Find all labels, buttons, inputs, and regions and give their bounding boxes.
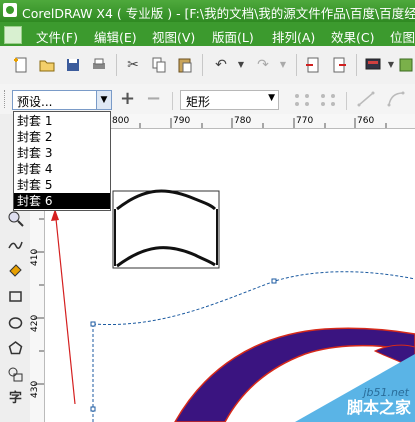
envelope-preset-combo[interactable]: 预设... ▼: [12, 90, 112, 110]
menu-bar: 文件(F) 编辑(E) 视图(V) 版面(L) 排列(A) 效果(C) 位图: [0, 22, 415, 46]
ruler-label: 410: [30, 248, 40, 266]
dropdown-item-envelope-5[interactable]: 封套 5: [14, 177, 110, 193]
menu-arrange[interactable]: 排列(A): [272, 27, 315, 46]
ellipse-tool-icon[interactable]: [7, 314, 24, 331]
envelope-preview: [112, 189, 220, 269]
smart-fill-tool-icon[interactable]: [7, 262, 24, 279]
redo-dropdown-icon[interactable]: ▼: [274, 56, 292, 74]
text-tool-icon[interactable]: 字: [7, 390, 24, 407]
welcome-screen-icon[interactable]: [398, 56, 415, 74]
title-bar: CorelDRAW X4 ( 专业版 ) - [F:\我的文档\我的源文件作品\…: [0, 0, 415, 22]
window-title: CorelDRAW X4 ( 专业版 ) - [F:\我的文档\我的源文件作品\…: [22, 6, 415, 21]
convert-to-curve-icon[interactable]: [386, 90, 406, 111]
annotation-arrow: [51, 208, 76, 405]
ruler-label: 800: [112, 116, 130, 126]
copy-icon[interactable]: [150, 56, 168, 74]
dropdown-item-envelope-2[interactable]: 封套 2: [14, 129, 110, 145]
envelope-preset-dropdown: 封套 1 封套 2 封套 3 封套 4 封套 5 封套 6: [13, 111, 111, 211]
dropdown-item-envelope-3[interactable]: 封套 3: [14, 145, 110, 161]
preset-value: 预设...: [17, 95, 53, 109]
undo-dropdown-icon[interactable]: ▼: [232, 56, 250, 74]
coreldraw-app-icon: [3, 3, 17, 17]
new-document-icon[interactable]: [12, 56, 30, 74]
shape-mode-value: 矩形: [186, 95, 211, 109]
toolbar-grip: [4, 90, 8, 108]
ruler-label: 790: [173, 116, 191, 126]
menu-edit[interactable]: 编辑(E): [94, 27, 137, 46]
menu-view[interactable]: 视图(V): [152, 27, 195, 46]
toolbar-separator: [346, 92, 347, 110]
chevron-down-icon[interactable]: ▼: [96, 91, 111, 109]
dropdown-item-envelope-1[interactable]: 封套 1: [14, 113, 110, 129]
standard-toolbar: ✂ ↶ ▼ ↷ ▼ ▼: [0, 46, 415, 85]
remove-preset-button[interactable]: −: [146, 88, 161, 109]
envelope-outline[interactable]: [92, 271, 415, 326]
undo-icon[interactable]: ↶: [212, 56, 230, 74]
dropdown-item-envelope-6[interactable]: 封套 6: [14, 193, 110, 209]
watermark-name: 脚本之家: [346, 398, 411, 417]
menu-bitmap[interactable]: 位图: [390, 27, 415, 46]
print-icon[interactable]: [90, 56, 108, 74]
freehand-tool-icon[interactable]: [7, 236, 24, 253]
polygon-tool-icon[interactable]: [7, 340, 24, 357]
add-nodes-icon[interactable]: [292, 90, 312, 111]
ruler-label: 430: [30, 380, 40, 398]
paste-icon[interactable]: [176, 56, 194, 74]
ruler-label: 770: [296, 116, 314, 126]
convert-to-line-icon[interactable]: [356, 90, 376, 111]
cut-icon[interactable]: ✂: [124, 56, 142, 74]
delete-nodes-icon[interactable]: [318, 90, 338, 111]
add-preset-button[interactable]: +: [120, 88, 135, 109]
zoom-tool-icon[interactable]: [7, 210, 24, 227]
rectangle-tool-icon[interactable]: [7, 288, 24, 305]
shape-mode-combo[interactable]: 矩形 ▼: [180, 90, 279, 110]
toolbar-separator: [116, 54, 117, 76]
menu-layout[interactable]: 版面(L): [212, 27, 254, 46]
menu-file[interactable]: 文件(F): [36, 27, 78, 46]
application-launcher-icon[interactable]: [364, 56, 382, 74]
save-icon[interactable]: [64, 56, 82, 74]
menu-effects[interactable]: 效果(C): [331, 27, 374, 46]
dropdown-item-envelope-4[interactable]: 封套 4: [14, 161, 110, 177]
ruler-label: 420: [30, 314, 40, 332]
document-icon[interactable]: [4, 26, 22, 44]
toolbar-separator: [172, 92, 173, 110]
open-folder-icon[interactable]: [38, 56, 56, 74]
toolbar-separator: [356, 54, 357, 76]
export-icon[interactable]: [330, 56, 348, 74]
redo-icon[interactable]: ↷: [254, 56, 272, 74]
import-icon[interactable]: [304, 56, 322, 74]
ruler-label: 780: [234, 116, 252, 126]
ruler-label: 760: [357, 116, 375, 126]
toolbar-separator: [296, 54, 297, 76]
toolbar-separator: [202, 54, 203, 76]
basic-shapes-tool-icon[interactable]: [7, 366, 24, 383]
chevron-down-icon[interactable]: ▼: [268, 93, 275, 103]
